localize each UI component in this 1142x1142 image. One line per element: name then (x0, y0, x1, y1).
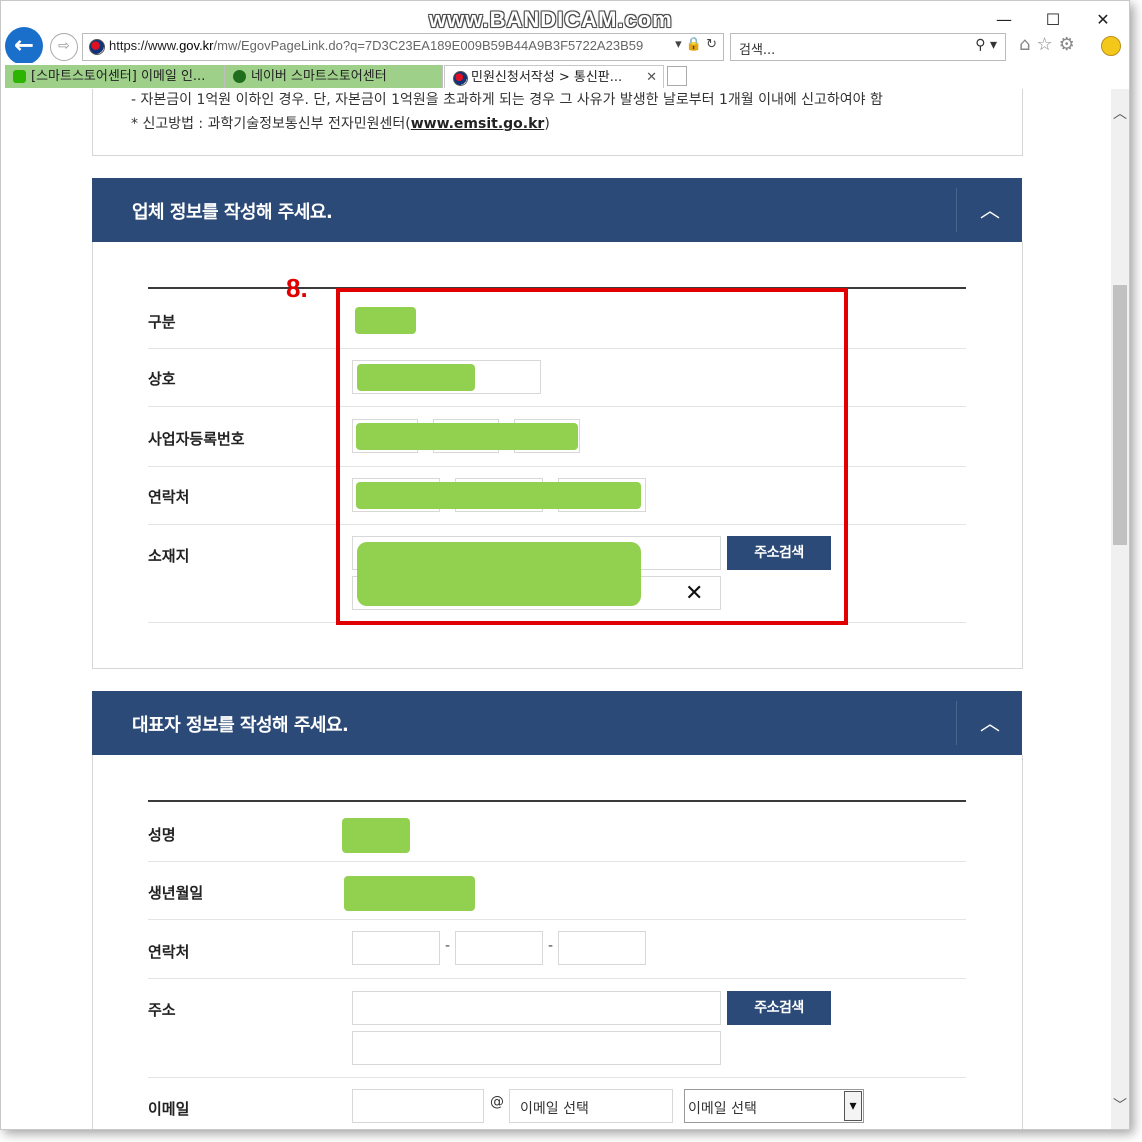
email-select-value: 이메일 선택 (688, 1101, 757, 1117)
email-domain-placeholder: 이메일 선택 (520, 1101, 589, 1117)
search-icon[interactable]: ⚲ ▾ (975, 37, 997, 53)
tab-label: 네이버 스마트스토어센터 (251, 69, 387, 84)
highlight-box (336, 288, 848, 625)
row-divider (148, 861, 966, 862)
settings-gear-icon[interactable]: ⚙ (1059, 34, 1081, 55)
email-at-sign: @ (490, 1094, 504, 1110)
smartstore-favicon-icon (13, 70, 26, 83)
label-company-contact: 연락처 (148, 488, 190, 506)
home-icon[interactable]: ⌂ (1019, 34, 1036, 55)
company-section-title: 업체 정보를 작성해 주세요. (132, 202, 333, 223)
rep-address-detail-input[interactable] (352, 1031, 721, 1065)
search-box[interactable]: 검색... ⚲ ▾ (730, 33, 1006, 61)
maximize-button[interactable]: ☐ (1038, 9, 1068, 31)
representative-section-title: 대표자 정보를 작성해 주세요. (132, 715, 349, 736)
vertical-scrollbar[interactable]: ︿ ﹀ (1111, 89, 1129, 1129)
lock-icon[interactable]: 🔒 (686, 37, 702, 52)
rep-address-input[interactable] (352, 991, 721, 1025)
feedback-smiley-icon[interactable] (1101, 36, 1121, 56)
redacted-birth-date (344, 876, 475, 911)
browser-window: www.BANDICAM.com — ☐ ✕ ← ⇨ https://www.g… (0, 0, 1130, 1130)
tab-bar: [스마트스토어센터] 이메일 인... 네이버 스마트스토어센터 민원신청서작성… (1, 63, 1129, 90)
collapse-chevron-up-icon[interactable]: ︿ (972, 194, 1008, 224)
label-rep-name: 성명 (148, 826, 176, 844)
representative-section-header[interactable]: 대표자 정보를 작성해 주세요. ︿ (92, 691, 1022, 755)
tab-label: 민원신청서작성 > 통신판... (471, 70, 623, 85)
phone-dash: - (548, 938, 554, 954)
back-arrow-icon: ← (13, 31, 35, 59)
notice-method-close: ) (544, 116, 550, 132)
new-tab-button[interactable] (667, 66, 687, 86)
back-button[interactable]: ← (5, 27, 43, 65)
row-divider (148, 978, 966, 979)
scrollbar-thumb[interactable] (1113, 285, 1127, 545)
label-company-name: 상호 (148, 370, 176, 388)
email-domain-input[interactable]: 이메일 선택 (509, 1089, 673, 1123)
search-placeholder: 검색... (739, 43, 776, 58)
url-text[interactable]: https://www.gov.kr/mw/EgovPageLink.do?q=… (109, 38, 669, 53)
dropdown-arrow-icon[interactable]: ▾ (675, 37, 682, 52)
bandicam-watermark: www.BANDICAM.com (429, 7, 673, 32)
rep-phone-part1-input[interactable] (352, 931, 440, 965)
page-content: - 자본금이 1억원 이하인 경우. 단, 자본금이 1억원을 초과하게 되는 … (1, 89, 1111, 1129)
naver-favicon-icon (233, 70, 246, 83)
address-bar[interactable]: https://www.gov.kr/mw/EgovPageLink.do?q=… (82, 33, 724, 61)
email-domain-select[interactable]: 이메일 선택 ▾ (684, 1089, 864, 1123)
url-domain: gov.kr (179, 38, 214, 53)
rep-address-search-button[interactable]: 주소검색 (727, 991, 831, 1025)
label-email: 이메일 (148, 1100, 190, 1118)
notice-line-method: * 신고방법 : 과학기술정보통신부 전자민원센터(www.emsit.go.k… (131, 113, 550, 133)
scroll-down-icon[interactable]: ﹀ (1111, 1095, 1129, 1115)
rep-phone-part2-input[interactable] (455, 931, 543, 965)
tab-minwon-application[interactable]: 민원신청서작성 > 통신판... ✕ (444, 65, 664, 88)
label-company-location: 소재지 (148, 547, 190, 565)
title-bar: www.BANDICAM.com — ☐ ✕ ← ⇨ https://www.g… (1, 1, 1129, 65)
site-favicon-icon (89, 39, 105, 55)
header-divider (956, 188, 957, 232)
url-prefix: https://www. (109, 38, 180, 53)
address-tools: ▾ 🔒 ↻ (675, 37, 717, 52)
company-section-header[interactable]: 업체 정보를 작성해 주세요. ︿ (92, 178, 1022, 242)
row-divider (148, 1077, 966, 1078)
close-window-button[interactable]: ✕ (1088, 9, 1118, 31)
collapse-chevron-up-icon[interactable]: ︿ (972, 707, 1008, 737)
toolbar-icons: ⌂☆⚙ (1019, 34, 1081, 55)
tab-smartstore-email[interactable]: [스마트스토어센터] 이메일 인... (5, 65, 225, 88)
chevron-down-icon[interactable]: ▾ (844, 1091, 862, 1121)
scroll-up-icon[interactable]: ︿ (1111, 103, 1129, 123)
refresh-icon[interactable]: ↻ (706, 37, 717, 52)
tab-naver-smartstore[interactable]: 네이버 스마트스토어센터 (225, 65, 443, 88)
rep-phone-part3-input[interactable] (558, 931, 646, 965)
forward-button[interactable]: ⇨ (50, 33, 78, 61)
step-number-label: 8. (286, 273, 308, 303)
label-business-number: 사업자등록번호 (148, 430, 245, 448)
row-divider (148, 919, 966, 920)
phone-dash: - (445, 938, 451, 954)
redacted-rep-name (342, 818, 410, 853)
gov-favicon-icon (453, 71, 468, 86)
minimize-button[interactable]: — (989, 9, 1019, 31)
label-rep-address: 주소 (148, 1001, 176, 1019)
tab-label: [스마트스토어센터] 이메일 인... (31, 69, 206, 84)
notice-line-capital: - 자본금이 1억원 이하인 경우. 단, 자본금이 1억원을 초과하게 되는 … (131, 92, 883, 108)
label-birth-date: 생년월일 (148, 884, 204, 902)
emsit-link[interactable]: www.emsit.go.kr (411, 116, 545, 132)
label-rep-contact: 연락처 (148, 943, 190, 961)
tab-close-icon[interactable]: ✕ (646, 66, 657, 88)
notice-method-text: * 신고방법 : 과학기술정보통신부 전자민원센터( (131, 116, 411, 132)
favorites-star-icon[interactable]: ☆ (1036, 34, 1058, 55)
email-id-input[interactable] (352, 1089, 484, 1123)
header-divider (956, 701, 957, 745)
url-path: /mw/EgovPageLink.do?q=7D3C23EA189E009B59… (213, 38, 644, 53)
label-type: 구분 (148, 313, 176, 331)
form-top-rule (148, 800, 966, 802)
forward-arrow-icon: ⇨ (58, 38, 70, 54)
